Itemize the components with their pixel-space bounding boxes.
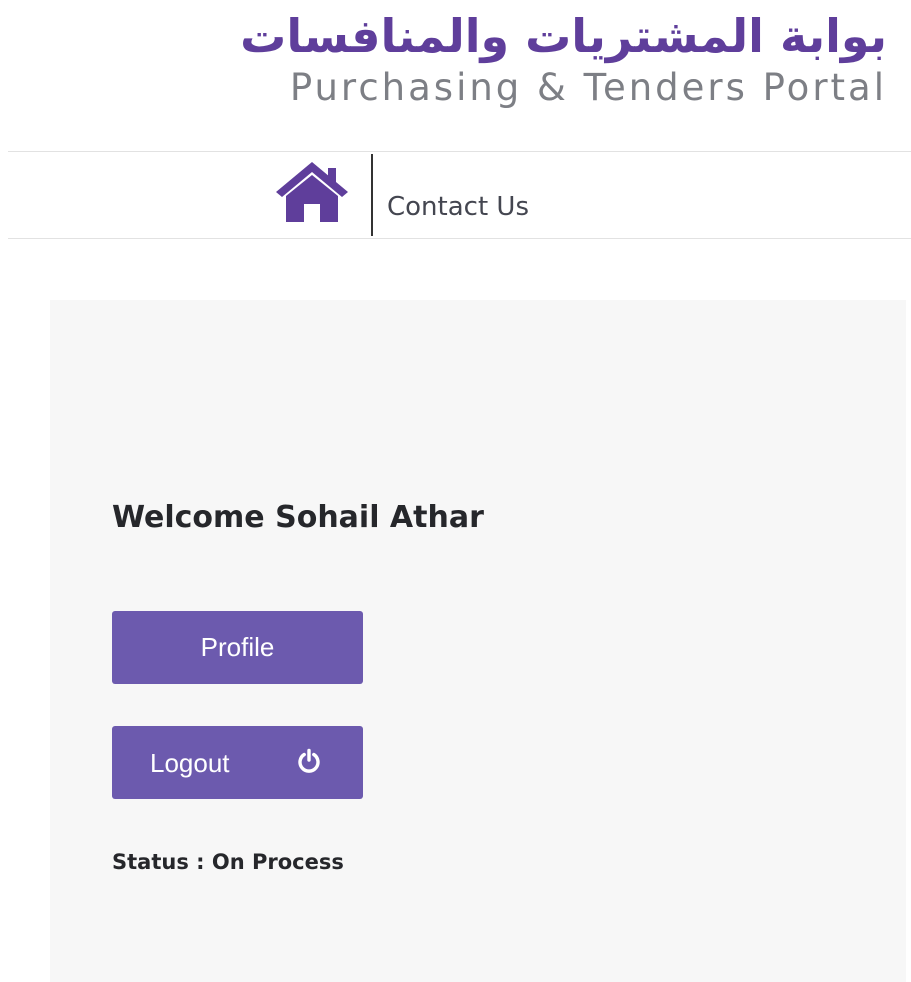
main-nav: Contact Us bbox=[8, 151, 911, 239]
page: بوابة المشتريات والمنافسات Purchasing & … bbox=[0, 0, 911, 982]
nav-divider bbox=[371, 154, 373, 236]
contact-us-link[interactable]: Contact Us bbox=[387, 192, 529, 222]
logout-label: Logout bbox=[150, 748, 230, 778]
portal-brand: بوابة المشتريات والمنافسات Purchasing & … bbox=[240, 8, 887, 110]
welcome-heading: Welcome Sohail Athar bbox=[112, 500, 484, 535]
user-panel: Welcome Sohail Athar Profile Logout Stat… bbox=[50, 300, 906, 982]
profile-button[interactable]: Profile bbox=[112, 611, 363, 684]
portal-title-english: Purchasing & Tenders Portal bbox=[289, 66, 887, 109]
status-text: Status : On Process bbox=[112, 850, 344, 874]
home-icon bbox=[276, 162, 348, 222]
logout-button[interactable]: Logout bbox=[112, 726, 363, 799]
portal-title-arabic: بوابة المشتريات والمنافسات bbox=[240, 9, 887, 63]
power-icon bbox=[298, 748, 320, 773]
home-link[interactable] bbox=[274, 160, 350, 226]
